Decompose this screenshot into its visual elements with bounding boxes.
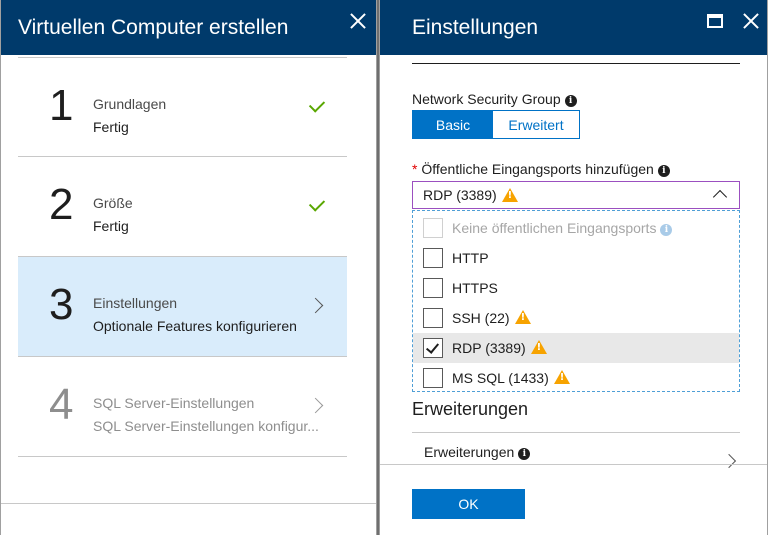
checkbox[interactable] <box>423 308 443 328</box>
port-option-mssql[interactable]: MS SQL (1433) <box>413 363 739 393</box>
divider <box>412 63 740 64</box>
close-icon <box>350 13 366 29</box>
extensions-label: Erweiterungen <box>424 444 515 460</box>
step-status: Optionale Features konfigurieren <box>93 318 297 334</box>
checkbox[interactable] <box>423 368 443 388</box>
close-icon <box>743 13 759 29</box>
create-vm-blade: Virtuellen Computer erstellen 1 Grundlag… <box>0 0 377 535</box>
port-option-ssh[interactable]: SSH (22) <box>413 303 739 333</box>
option-label: MS SQL (1433) <box>452 370 570 386</box>
port-option-https[interactable]: HTTPS <box>413 273 739 303</box>
ports-label-row: * Öffentliche Eingangsports hinzufügen i <box>412 161 670 177</box>
step-title: Größe <box>93 195 133 211</box>
option-label: Keine öffentlichen Eingangsports i <box>452 220 673 236</box>
port-option-rdp[interactable]: RDP (3389) <box>413 333 739 363</box>
checkmark-icon <box>308 96 326 113</box>
extensions-row[interactable]: Erweiterungen i <box>424 444 531 460</box>
close-right-blade-button[interactable] <box>736 6 766 36</box>
checkmark-icon <box>425 340 440 354</box>
warning-icon <box>530 340 547 354</box>
port-option-none[interactable]: Keine öffentlichen Eingangsports i <box>413 213 739 243</box>
right-blade-title: Einstellungen <box>412 15 539 39</box>
step-status: SQL Server-Einstellungen konfigur... <box>93 418 319 434</box>
nsg-advanced-option[interactable]: Erweitert <box>493 111 579 138</box>
extensions-section-title: Erweiterungen <box>412 399 529 419</box>
checkbox[interactable] <box>423 218 443 238</box>
nsg-label: Network Security Group <box>412 91 561 107</box>
close-left-blade-button[interactable] <box>343 6 373 36</box>
ports-dropdown-list: Keine öffentlichen Eingangsports i HTTP H… <box>412 210 740 392</box>
option-label: HTTP <box>452 250 489 266</box>
warning-icon <box>553 370 570 384</box>
checkbox[interactable] <box>423 278 443 298</box>
checkbox[interactable] <box>423 248 443 268</box>
step-title: Einstellungen <box>93 295 178 311</box>
step-number: 3 <box>49 280 74 329</box>
option-label: HTTPS <box>452 280 498 296</box>
nsg-label-row: Network Security Group i <box>412 91 577 107</box>
port-option-http[interactable]: HTTP <box>413 243 739 273</box>
ports-selected-value: RDP (3389) <box>423 187 497 203</box>
step-title: SQL Server-Einstellungen <box>93 395 255 411</box>
left-blade-header: Virtuellen Computer erstellen <box>1 0 376 55</box>
checkbox[interactable] <box>423 338 443 358</box>
divider <box>1 503 376 504</box>
ports-select[interactable]: RDP (3389) <box>412 181 740 209</box>
required-marker: * <box>412 161 418 177</box>
info-icon[interactable]: i <box>518 448 531 460</box>
nsg-toggle: Basic Erweitert <box>412 110 580 139</box>
step-sql-server-settings[interactable]: 4 SQL Server-Einstellungen SQL Server-Ei… <box>18 357 347 457</box>
info-icon[interactable]: i <box>564 95 577 107</box>
step-settings[interactable]: 3 Einstellungen Optionale Features konfi… <box>18 257 347 357</box>
info-icon[interactable]: i <box>657 165 670 177</box>
info-icon: i <box>660 224 673 236</box>
divider <box>412 432 740 433</box>
settings-blade: Einstellungen Network Security Group i Ba… <box>379 0 768 535</box>
right-blade-header: Einstellungen <box>380 0 767 55</box>
step-number: 2 <box>49 180 74 229</box>
chevron-right-icon <box>721 453 737 469</box>
step-size[interactable]: 2 Größe Fertig <box>18 157 347 257</box>
nsg-basic-option[interactable]: Basic <box>413 111 493 138</box>
step-status: Fertig <box>93 119 129 135</box>
warning-icon <box>501 188 518 202</box>
step-basics[interactable]: 1 Grundlagen Fertig <box>18 57 347 157</box>
option-label: RDP (3389) <box>452 340 547 356</box>
maximize-icon <box>707 14 723 28</box>
maximize-blade-button[interactable] <box>700 6 730 36</box>
ok-button[interactable]: OK <box>412 489 525 519</box>
step-number: 4 <box>49 380 74 429</box>
chevron-up-icon <box>712 189 728 205</box>
step-number: 1 <box>49 81 74 130</box>
option-label: SSH (22) <box>452 310 531 326</box>
chevron-right-icon <box>307 397 324 414</box>
step-title: Grundlagen <box>93 96 167 112</box>
chevron-right-icon <box>307 297 324 314</box>
warning-icon <box>514 310 531 324</box>
left-blade-title: Virtuellen Computer erstellen <box>18 15 289 39</box>
divider <box>380 464 767 465</box>
wizard-steps: 1 Grundlagen Fertig 2 Größe Fertig 3 Ein… <box>18 56 347 457</box>
step-status: Fertig <box>93 218 129 234</box>
ports-label: Öffentliche Eingangsports hinzufügen <box>421 161 654 177</box>
checkmark-icon <box>308 195 326 212</box>
